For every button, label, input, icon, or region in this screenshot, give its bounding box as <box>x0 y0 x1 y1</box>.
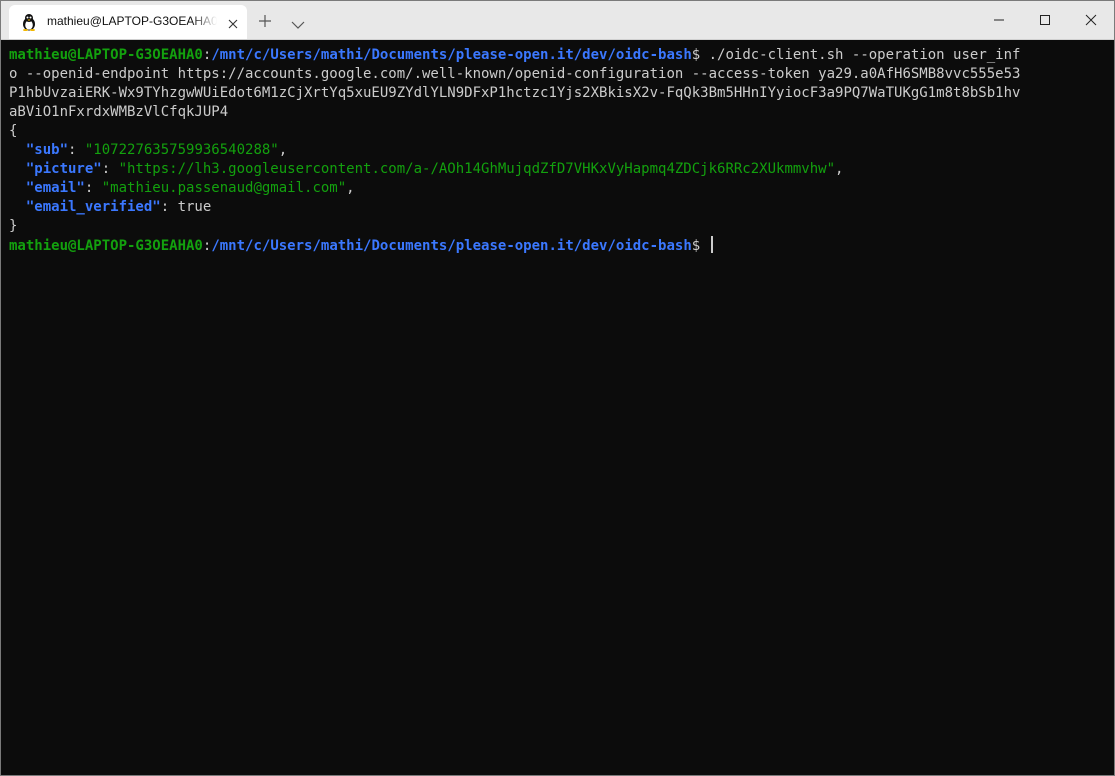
minimize-icon <box>994 19 1004 21</box>
prompt-symbol: $ <box>691 238 709 254</box>
terminal-tab[interactable]: mathieu@LAPTOP-G3OEAHA0: /mnt/c/Users/ma… <box>9 5 247 39</box>
prompt-path: /mnt/c/Users/mathi/Documents/please-open… <box>211 47 692 63</box>
close-window-button[interactable] <box>1068 1 1114 39</box>
prompt-line[interactable]: mathieu@LAPTOP-G3OEAHA0:/mnt/c/Users/mat… <box>9 236 1104 255</box>
prompt-symbol: $ <box>691 47 709 63</box>
new-tab-plus-icon[interactable] <box>258 13 272 27</box>
text-cursor <box>710 236 713 253</box>
command-line-wrap: o --openid-endpoint https://accounts.goo… <box>9 66 1021 82</box>
json-key: "email_verified" <box>25 199 161 215</box>
minimize-button[interactable] <box>976 1 1022 39</box>
prompt-user-host: mathieu@LAPTOP-G3OEAHA0 <box>9 47 203 63</box>
json-open-brace: { <box>9 123 18 139</box>
terminal-window: mathieu@LAPTOP-G3OEAHA0: /mnt/c/Users/ma… <box>0 0 1115 776</box>
json-value: true <box>177 199 212 215</box>
json-trail: , <box>278 142 288 158</box>
json-field: "sub": "107227635759936540288", <box>25 142 288 158</box>
json-field: "picture": "https://lh3.googleuserconten… <box>25 161 844 177</box>
command-line: mathieu@LAPTOP-G3OEAHA0:/mnt/c/Users/mat… <box>9 46 1104 65</box>
maximize-icon <box>1040 15 1050 25</box>
linux-penguin-icon <box>21 13 37 31</box>
json-field: "email": "mathieu.passenaud@gmail.com", <box>25 180 355 196</box>
json-key: "sub" <box>25 142 69 158</box>
json-value: "https://lh3.googleusercontent.com/a-/AO… <box>118 161 836 177</box>
json-key: "email" <box>25 180 85 196</box>
prompt-path: /mnt/c/Users/mathi/Documents/please-open… <box>211 238 692 254</box>
tab-title: mathieu@LAPTOP-G3OEAHA0: /mnt/c/Users/ma… <box>47 14 217 28</box>
command-line-wrap: P1hbUvzaiERK-Wx9TYhzgwWUiEdot6M1zCjXrtYq… <box>9 85 1021 101</box>
json-value: "107227635759936540288" <box>84 142 279 158</box>
command-text: ./oidc-client.sh --operation user_inf <box>708 47 1021 63</box>
json-trail: , <box>835 161 844 177</box>
close-tab-icon[interactable] <box>227 15 239 29</box>
json-field: "email_verified": true <box>25 199 212 215</box>
json-key: "picture" <box>25 161 102 177</box>
close-icon <box>1085 14 1097 26</box>
maximize-button[interactable] <box>1022 1 1068 39</box>
command-line-wrap: aBViO1nFxrdxWMBzVlCfqkJUP4 <box>9 104 229 120</box>
json-close-brace: } <box>9 218 18 234</box>
chevron-down-icon[interactable] <box>291 15 305 29</box>
terminal-output[interactable]: mathieu@LAPTOP-G3OEAHA0:/mnt/c/Users/mat… <box>1 40 1114 775</box>
json-trail: , <box>346 180 355 196</box>
title-bar[interactable]: mathieu@LAPTOP-G3OEAHA0: /mnt/c/Users/ma… <box>1 1 1114 40</box>
json-value: "mathieu.passenaud@gmail.com" <box>101 180 347 196</box>
prompt-user-host: mathieu@LAPTOP-G3OEAHA0 <box>9 238 203 254</box>
